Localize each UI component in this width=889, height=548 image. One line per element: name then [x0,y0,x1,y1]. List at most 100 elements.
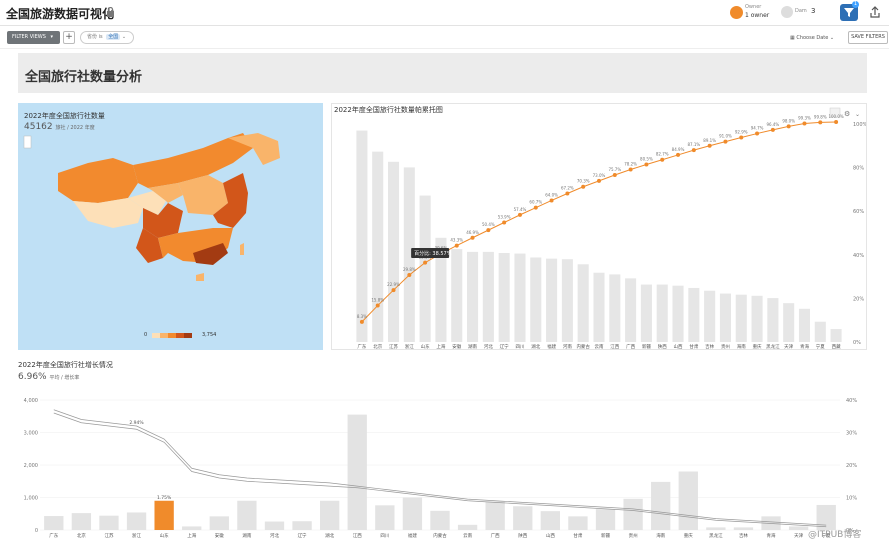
legend-max: 3,754 [202,332,217,338]
owner-avatar [730,6,743,19]
growth-bar [651,481,671,530]
x-tick-label: 海南 [656,532,665,539]
cumulative-label: 89.1% [703,138,716,143]
filter-toolbar: FILTER VIEWS ▾ + 省份 is 全国 ⌄ ▦ Choose Dat… [0,27,889,49]
growth-bar [706,527,726,530]
cumulative-label: 91.0% [719,134,732,139]
growth-bar [375,505,395,530]
x-tick-label: 吉林 [739,532,748,539]
x-tick-label: 重庆 [753,343,762,349]
cumulative-point [644,162,649,167]
china-map[interactable] [18,103,323,350]
pareto-bar [719,293,731,342]
cumulative-label: 82.7% [656,152,669,157]
growth-bar [347,414,367,530]
growth-bar [623,498,643,530]
owner-info[interactable]: Owner 1 owner [730,4,778,22]
province-filter-chip[interactable]: 省份 is 全国 ⌄ [80,31,134,44]
pareto-bar [514,253,526,342]
cumulative-point [502,220,507,225]
map-zoom-controls[interactable] [23,135,32,149]
add-filter-button[interactable]: + [63,31,75,44]
pareto-bar [577,264,589,342]
lock-icon [107,7,114,17]
x-tick-label: 甘肃 [689,343,698,349]
x-tick-label: 广东 [49,532,58,539]
chevron-down-icon: ⌄ [121,34,127,40]
y2-tick-label: 30% [846,431,857,437]
pareto-bar [640,284,652,342]
cumulative-label: 99.8% [814,114,827,119]
pareto-bar [372,151,384,342]
growth-bar [320,500,340,530]
x-tick-label: 贵州 [721,343,730,349]
filter-views-button[interactable]: FILTER VIEWS ▾ [7,31,60,44]
viewers-info[interactable]: Dam 3 [781,6,823,20]
growth-chart[interactable]: 01,0002,0003,0004,0000%10%20%30%40%广东 北京江… [18,380,867,548]
cumulative-label: 84.9% [672,147,685,152]
x-tick-label: 山西 [674,343,683,349]
growth-bar [788,526,809,530]
wrench-icon: ⚙ [844,110,850,118]
pareto-bar [467,251,479,342]
x-tick-label: 辽宁 [298,532,307,539]
x-tick-label: 江苏 [104,532,113,539]
growth-bar [99,515,119,530]
chevron-down-icon: ▾ [50,34,54,40]
owner-value: 1 owner [745,12,770,19]
choose-date-button[interactable]: ▦ Choose Date ⌄ [790,32,844,44]
x-tick-label: 湖南 [468,343,477,349]
x-tick-label: 江苏 [389,343,398,349]
growth-bar [71,513,92,530]
x-tick-label: 北京 [373,343,382,349]
x-tick-label: 河北 [484,343,493,349]
y2-tick-label: 20% [853,296,864,302]
cumulative-point [612,172,617,177]
cumulative-label: 53.9% [498,214,511,219]
x-tick-label: 陕西 [658,343,667,349]
cumulative-point [786,124,791,129]
cumulative-label: 87.1% [687,142,700,147]
x-tick-label: 黑龙江 [766,343,780,349]
pareto-chart[interactable]: ⚙ ⌄ 0% 20% 40% 60% 80% 100% 广东 北京 江苏 浙江 山东 上海 安徽 湖南 河北… [332,104,866,349]
cumulative-label: 100.0% [828,114,843,119]
growth-title: 2022年度全国旅行社增长情况 [18,361,113,369]
growth-bar [513,506,533,530]
y-tick-label: 1,000 [24,496,38,502]
save-filters-button[interactable]: SAVE FILTERS [848,31,888,44]
y2-tick-label: 40% [853,253,864,259]
cumulative-label: 96.4% [767,122,780,127]
highlight-label: 1.75% [157,495,172,501]
y2-tick-label: 20% [846,463,857,469]
x-tick-label: 天津 [784,343,793,349]
cumulative-point [375,303,380,308]
cumulative-label: 60.7% [529,200,542,205]
cumulative-point [533,205,538,210]
pareto-bar [672,285,684,342]
pareto-bar [798,308,811,342]
filter-count-badge: 1 [852,1,859,8]
y2-tick-label: 40% [846,398,857,404]
pareto-bar [751,295,763,342]
viewers-count: 3 [811,7,816,15]
cumulative-point [660,157,665,162]
cumulative-label: 8.3% [357,314,367,319]
cumulative-point [834,120,839,124]
x-tick-label: 安徽 [215,532,224,539]
app-title: 全国旅游数据可视化 [6,7,115,21]
cumulative-point [676,152,681,157]
x-tick-label: 广东 [357,343,366,349]
x-tick-label: 广西 [491,532,500,539]
pareto-bar [830,329,842,342]
share-button[interactable] [866,4,884,21]
pareto-bar [814,321,826,342]
calendar-icon: ▦ [790,35,795,41]
x-tick-label: 海南 [737,343,746,349]
cumulative-label: 67.2% [561,186,574,191]
growth-bar [292,521,312,530]
x-tick-label: 新疆 [642,343,651,349]
cumulative-point [517,212,522,217]
x-tick-label: 内蒙古 [433,532,447,539]
x-tick-label: 天津 [794,532,803,539]
cumulative-point [707,143,712,148]
